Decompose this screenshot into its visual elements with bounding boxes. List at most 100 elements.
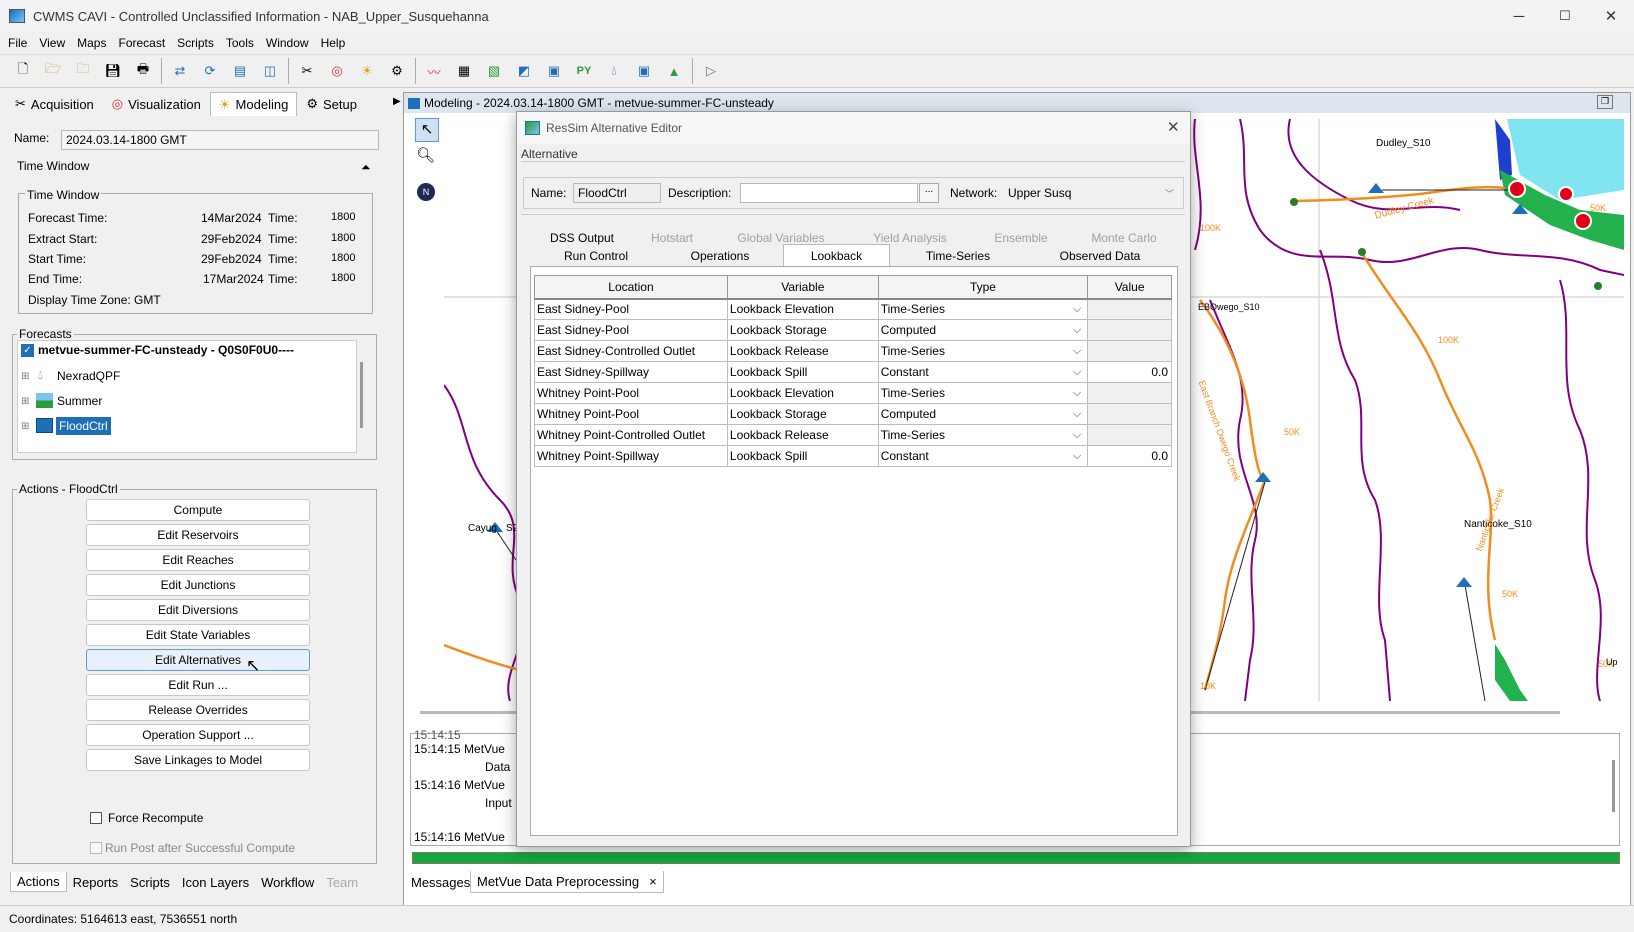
menu-file[interactable]: File: [4, 36, 35, 50]
type-select[interactable]: Constant ⌵: [877, 445, 1089, 467]
edit-alternatives-button[interactable]: Edit Alternatives: [86, 649, 310, 671]
tab-workflow[interactable]: Workflow: [255, 875, 320, 890]
globe-icon[interactable]: ▣: [633, 60, 655, 82]
graph-icon[interactable]: ◎: [326, 60, 348, 82]
type-select[interactable]: Computed ⌵: [877, 319, 1089, 341]
raster-icon[interactable]: ▣: [543, 60, 565, 82]
col-value[interactable]: Value: [1087, 275, 1172, 300]
dialog-close-icon[interactable]: ✕: [1167, 118, 1180, 136]
tree-item-floodctrl[interactable]: FloodCtrl: [56, 417, 111, 435]
zoom-tool-icon[interactable]: 🔍︎: [416, 146, 435, 164]
edit-reaches-button[interactable]: Edit Reaches: [86, 549, 310, 571]
expand-icon[interactable]: ⊞: [21, 396, 29, 407]
menu-scripts[interactable]: Scripts: [173, 36, 222, 50]
new-icon[interactable]: 🗋: [12, 60, 34, 82]
menu-window[interactable]: Window: [262, 36, 317, 50]
select-tool-icon[interactable]: ↖: [415, 118, 439, 142]
open-icon[interactable]: 🗁: [42, 60, 64, 82]
tab-modeling[interactable]: ☀ Modeling: [209, 92, 298, 116]
value-cell[interactable]: 0.0: [1087, 361, 1172, 383]
tab-reports[interactable]: Reports: [67, 875, 125, 890]
type-select[interactable]: Time-Series ⌵: [877, 382, 1089, 404]
release-overrides-button[interactable]: Release Overrides: [86, 699, 310, 721]
network-select[interactable]: Upper Susq ﹀: [1004, 183, 1180, 203]
expand-icon[interactable]: ⊞: [21, 421, 29, 432]
type-select[interactable]: Time-Series ⌵: [877, 340, 1089, 362]
minimize-button[interactable]: ─: [1496, 0, 1542, 32]
edit-reservoirs-button[interactable]: Edit Reservoirs: [86, 524, 310, 546]
col-type[interactable]: Type: [877, 275, 1089, 300]
tree-scrollbar[interactable]: [360, 362, 363, 428]
sun-icon[interactable]: ☀: [356, 60, 378, 82]
peak-icon[interactable]: ▲: [663, 60, 685, 82]
map-icon[interactable]: ▧: [483, 60, 505, 82]
open-folder-icon[interactable]: 🗀: [72, 60, 94, 82]
tab-scripts[interactable]: Scripts: [124, 875, 176, 890]
save-icon[interactable]: 💾︎: [102, 60, 124, 82]
gear-icon[interactable]: ⚙: [386, 60, 408, 82]
type-select[interactable]: Constant ⌵: [877, 361, 1089, 383]
edit-junctions-button[interactable]: Edit Junctions: [86, 574, 310, 596]
restore-icon[interactable]: ❐: [1597, 95, 1613, 109]
north-arrow-icon[interactable]: N: [417, 183, 435, 201]
tab-time-series[interactable]: Time-Series: [898, 247, 1018, 265]
force-recompute-checkbox[interactable]: [90, 812, 102, 824]
pan-icon[interactable]: ⇄: [169, 60, 191, 82]
menu-tools[interactable]: Tools: [222, 36, 262, 50]
tab-acquisition[interactable]: ✂ Acquisition: [6, 92, 103, 116]
collapse-arrow-icon[interactable]: ▶: [393, 96, 401, 107]
checkbox-icon[interactable]: ✓: [21, 344, 34, 357]
description-browse-button[interactable]: ...: [919, 183, 939, 203]
menu-forecast[interactable]: Forecast: [114, 36, 173, 50]
menu-view[interactable]: View: [35, 36, 73, 50]
edit-state-variables-button[interactable]: Edit State Variables: [86, 624, 310, 646]
tree-item-nexradqpf[interactable]: NexradQPF: [57, 369, 120, 383]
layout-icon[interactable]: ▤: [229, 60, 251, 82]
chart-icon[interactable]: 〰: [423, 60, 445, 82]
edit-diversions-button[interactable]: Edit Diversions: [86, 599, 310, 621]
collapse-icon[interactable]: ⏶: [361, 160, 371, 175]
tree-item-summer[interactable]: Summer: [57, 394, 102, 408]
tab-setup[interactable]: ⚙ Setup: [297, 92, 366, 116]
log-scrollbar[interactable]: [1612, 760, 1615, 812]
tab-operations[interactable]: Operations: [665, 247, 775, 265]
description-field[interactable]: [740, 183, 918, 203]
tab-icon-layers[interactable]: Icon Layers: [176, 875, 255, 890]
tab-visualization[interactable]: ◎ Visualization: [103, 92, 210, 116]
forecast-root[interactable]: metvue-summer-FC-unsteady - Q0S0F0U0----: [38, 343, 294, 357]
type-select[interactable]: Computed ⌵: [877, 403, 1089, 425]
network-icon[interactable]: ◩: [513, 60, 535, 82]
tab-run-control[interactable]: Run Control: [536, 247, 656, 265]
layers-icon[interactable]: ◫: [259, 60, 281, 82]
tool-icon[interactable]: ✂: [296, 60, 318, 82]
operation-support-button[interactable]: Operation Support ...: [86, 724, 310, 746]
maximize-button[interactable]: ☐: [1542, 0, 1588, 32]
edit-run-button[interactable]: Edit Run ...: [86, 674, 310, 696]
col-location[interactable]: Location: [534, 275, 728, 300]
type-select[interactable]: Time-Series ⌵: [877, 424, 1089, 446]
play-icon[interactable]: ▷: [700, 60, 722, 82]
tab-lookback[interactable]: Lookback: [783, 244, 890, 266]
menu-help[interactable]: Help: [317, 36, 354, 50]
tab-messages[interactable]: Messages: [411, 875, 470, 890]
value-cell[interactable]: 0.0: [1087, 445, 1172, 467]
tab-metvue[interactable]: MetVue Data Preprocessing ×: [470, 871, 664, 893]
tab-dss-output[interactable]: DSS Output: [546, 229, 618, 247]
compute-button[interactable]: Compute: [86, 499, 310, 521]
close-button[interactable]: ✕: [1588, 0, 1634, 32]
expand-icon[interactable]: ⊞: [21, 371, 29, 382]
save-linkages-button[interactable]: Save Linkages to Model: [86, 749, 310, 771]
tab-observed-data[interactable]: Observed Data: [1030, 247, 1170, 265]
col-variable[interactable]: Variable: [726, 275, 879, 300]
print-icon[interactable]: 🖶: [132, 60, 154, 82]
python-icon[interactable]: PY: [573, 60, 595, 82]
close-tab-icon[interactable]: ×: [649, 874, 657, 889]
alt-name-field[interactable]: FloodCtrl: [573, 183, 661, 203]
grid-icon[interactable]: ▦: [453, 60, 475, 82]
drop-icon[interactable]: 💧︎: [603, 60, 625, 82]
refresh-icon[interactable]: ⟳: [199, 60, 221, 82]
type-select[interactable]: Time-Series ⌵: [877, 298, 1089, 320]
forecast-name-field[interactable]: 2024.03.14-1800 GMT: [61, 130, 379, 150]
menu-maps[interactable]: Maps: [73, 36, 114, 50]
tab-actions[interactable]: Actions: [10, 872, 67, 892]
